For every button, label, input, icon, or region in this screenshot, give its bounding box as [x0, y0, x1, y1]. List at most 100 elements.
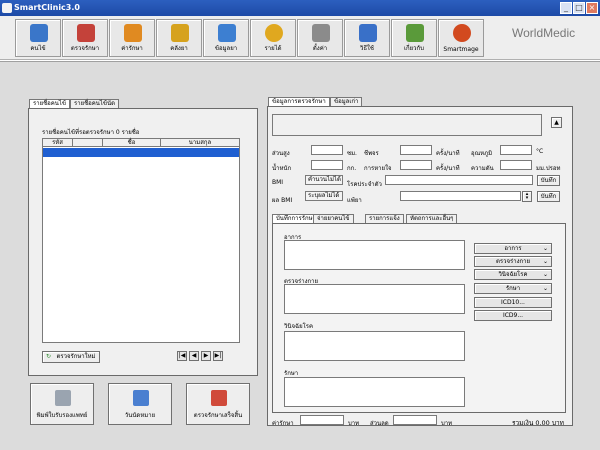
bmi-result-label: ผล BMI: [272, 197, 293, 204]
waiting-count-label: รายชื่อคนไข้ที่รอตรวจรักษา 0 รายชื่อ: [42, 129, 140, 136]
toolbar-drug-info-button[interactable]: ข้อมูลยา: [203, 19, 249, 57]
collapse-button[interactable]: ▲: [551, 117, 562, 128]
respiration-input[interactable]: [400, 160, 432, 170]
chronic-disease-input[interactable]: [385, 175, 533, 185]
weight-input[interactable]: [311, 160, 343, 170]
temp-unit: °C: [536, 148, 544, 155]
tab-patient-list[interactable]: รายชื่อคนไข้: [29, 99, 71, 108]
close-button[interactable]: ×: [586, 2, 598, 14]
respiration-unit: ครั้ง/นาที: [436, 165, 460, 172]
treatment-dropdown-button[interactable]: รักษา ⌄: [474, 283, 552, 294]
chevron-down-icon: ⌄: [542, 285, 548, 292]
print-certificate-button[interactable]: พิมพ์ใบรับรองแพทย์: [30, 383, 94, 425]
toolbar-smartmage-button[interactable]: Smartmage: [438, 19, 484, 57]
chevron-down-icon: ⌄: [542, 271, 548, 278]
patient-grid[interactable]: รหัส ชื่อ นามสกุล: [42, 138, 240, 343]
chronic-disease-label: โรคประจำตัว: [347, 181, 382, 188]
fee-baht-unit: บาท: [348, 420, 360, 427]
grid-header-blank[interactable]: [73, 139, 103, 147]
patient-info-box: [272, 114, 542, 136]
pulse-unit: ครั้ง/นาที: [436, 150, 460, 157]
toolbar-patients-button[interactable]: คนไข้: [15, 19, 61, 57]
tab-history[interactable]: ข้อมูลเก่า: [330, 97, 363, 106]
symptoms-dropdown-button[interactable]: อาการ ⌄: [474, 243, 552, 254]
discount-input[interactable]: [393, 415, 437, 425]
record-navigator: |◀ ◀ ▶ ▶|: [177, 351, 237, 361]
discount-label: ส่วนลด: [370, 420, 389, 427]
save-chronic-button[interactable]: บันทึก: [537, 175, 560, 186]
respiration-label: การหายใจ: [364, 165, 392, 172]
toolbar-fees-button[interactable]: ค่ารักษา: [109, 19, 155, 57]
chevron-down-icon: ⌄: [542, 258, 548, 265]
pulse-input[interactable]: [400, 145, 432, 155]
fee-input[interactable]: [300, 415, 344, 425]
bmi-label: BMI: [272, 179, 284, 186]
maximize-button[interactable]: □: [573, 2, 585, 14]
toolbar-drug-stock-button[interactable]: คลังยา: [156, 19, 202, 57]
physical-exam-textarea[interactable]: [284, 284, 465, 314]
last-record-button[interactable]: ▶|: [213, 351, 223, 361]
examine-icon: [77, 24, 95, 42]
toolbar-help-button[interactable]: วิธีใช้: [344, 19, 390, 57]
first-record-button[interactable]: |◀: [177, 351, 187, 361]
pulse-label: ชีพจร: [364, 150, 379, 157]
table-row[interactable]: [43, 148, 239, 157]
chevron-down-icon: ⌄: [542, 245, 548, 252]
help-cursor-icon: [359, 24, 377, 42]
height-label: ส่วนสูง: [272, 150, 290, 157]
grid-header-surname[interactable]: นามสกุล: [161, 139, 239, 147]
window-title: SmartClinic3.0: [14, 3, 80, 12]
minimize-button[interactable]: _: [560, 2, 572, 14]
drug-allergy-input[interactable]: [400, 191, 521, 201]
prev-record-button[interactable]: ◀: [189, 351, 199, 361]
diagnosis-dropdown-button[interactable]: วินิจฉัยโรค ⌄: [474, 269, 552, 280]
icd10-button[interactable]: ICD10...: [474, 297, 552, 308]
refresh-icon: ↻: [46, 353, 52, 360]
triangle-up-icon: ▲: [554, 119, 559, 126]
finish-exam-button[interactable]: ตรวจรักษาเสร็จสิ้น: [186, 383, 250, 425]
calendar-icon: [133, 390, 149, 406]
smartmage-icon: [453, 24, 471, 42]
tab-appointment-list[interactable]: รายชื่อคนไข้นัด: [70, 99, 120, 108]
diagnosis-label: วินิจฉัยโรค: [284, 323, 314, 330]
drug-allergy-label: แพ้ยา: [347, 197, 362, 204]
next-record-button[interactable]: ▶: [201, 351, 211, 361]
doctor-check-icon: [211, 390, 227, 406]
height-unit: ซม.: [347, 150, 357, 157]
tab-procedures[interactable]: หัตถการและอื่นๆ: [406, 214, 458, 223]
discount-baht-unit: บาท: [441, 420, 453, 427]
temp-input[interactable]: [500, 145, 532, 155]
app-icon: [2, 3, 12, 13]
worldmedic-logo: WorldMedic: [512, 26, 576, 40]
fee-label: ค่ารักษา: [272, 420, 294, 427]
height-input[interactable]: [311, 145, 343, 155]
icd9-button[interactable]: ICD9...: [474, 310, 552, 321]
blood-pressure-input[interactable]: [500, 160, 532, 170]
settings-icon: [312, 24, 330, 42]
treatment-textarea[interactable]: [284, 377, 465, 407]
temp-label: อุณหภูมิ: [471, 150, 493, 157]
tab-notifications[interactable]: รายการแจ้ง: [365, 214, 404, 223]
about-icon: [406, 24, 424, 42]
grid-header-name[interactable]: ชื่อ: [103, 139, 161, 147]
toolbar-settings-button[interactable]: ตั้งค่า: [297, 19, 343, 57]
toolbar-about-button[interactable]: เกี่ยวกับ: [391, 19, 437, 57]
save-allergy-button[interactable]: บันทึก: [537, 191, 560, 202]
bmi-value: คำนวนไม่ได้: [305, 175, 343, 185]
diagnosis-textarea[interactable]: [284, 331, 465, 361]
physical-exam-dropdown-button[interactable]: ตรวจร่างกาย ⌄: [474, 256, 552, 267]
grid-header-id[interactable]: รหัส: [43, 139, 73, 147]
symptoms-textarea[interactable]: [284, 240, 465, 270]
title-bar: SmartClinic3.0: [0, 0, 600, 16]
allergy-spinner[interactable]: ▴ ▾: [522, 191, 532, 202]
toolbar-income-button[interactable]: รายได้: [250, 19, 296, 57]
coins-icon: [265, 24, 283, 42]
tab-exam-info[interactable]: ข้อมูลการตรวจรักษา: [268, 97, 330, 106]
toolbar-examine-button[interactable]: ตรวจรักษา: [62, 19, 108, 57]
new-exam-button[interactable]: ↻ ตรวจรักษาใหม่: [42, 351, 100, 363]
drug-info-icon: [218, 24, 236, 42]
total-amount: รวมเงิน 0.00 บาท: [512, 419, 564, 427]
appointment-button[interactable]: วันนัดหมาย: [108, 383, 172, 425]
main-toolbar: คนไข้ ตรวจรักษา ค่ารักษา คลังยา ข้อมูลยา…: [0, 16, 600, 60]
tab-dispense[interactable]: จ่ายยาคนไข้: [313, 214, 354, 223]
